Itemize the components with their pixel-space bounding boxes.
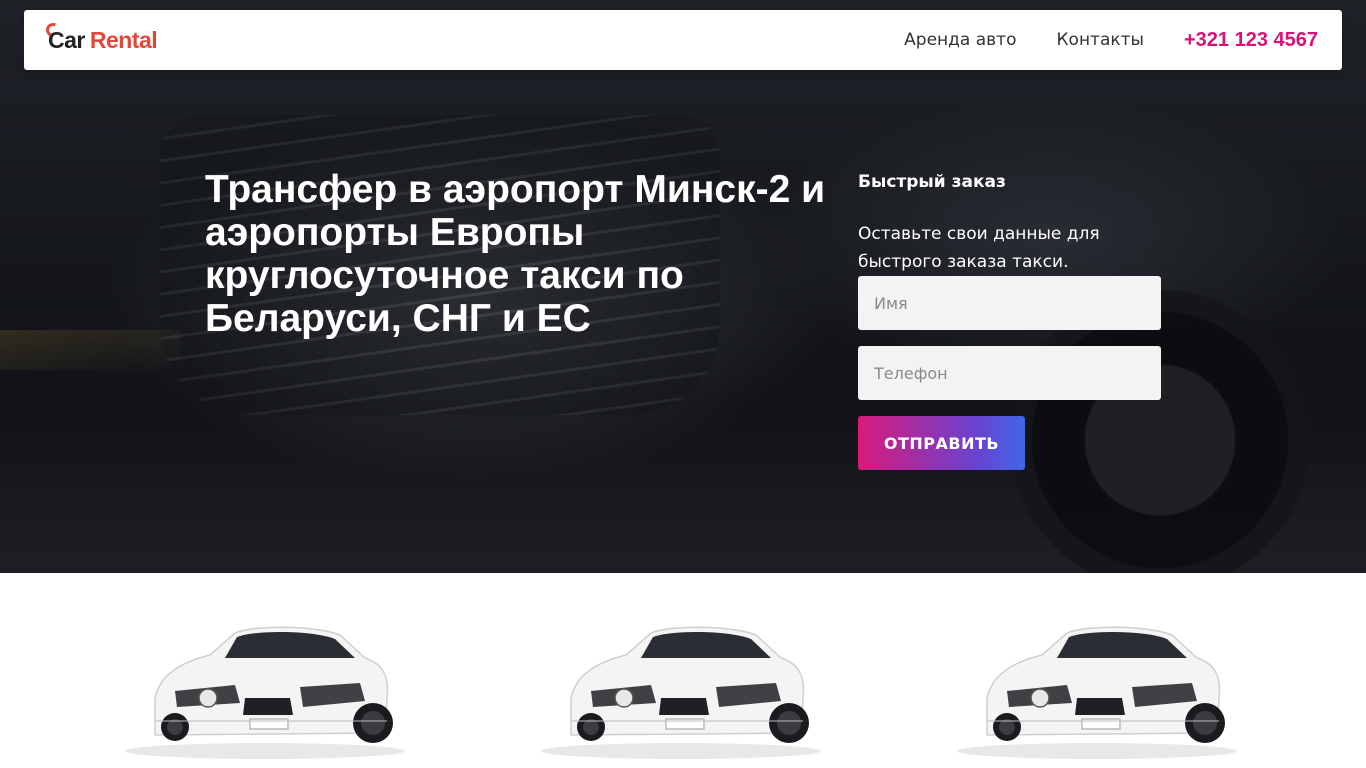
car-image[interactable] [531,603,831,763]
form-title: Быстрый заказ [858,172,1006,192]
form-description: Оставьте свои данные для быстрого заказа… [858,224,1100,272]
logo-part-rental: Rental [89,26,158,53]
car-image[interactable] [115,603,415,763]
phone-input[interactable] [858,346,1161,400]
logo-part-car: Car [44,20,85,54]
navbar: Car Rental Аренда авто Контакты +321 123… [24,10,1342,70]
hero-title: Трансфер в аэропорт Минск-2 и аэропорты … [205,168,826,340]
car-image[interactable] [947,603,1247,763]
nav-menu: Аренда авто Контакты +321 123 4567 [904,10,1318,70]
quick-order-form: Быстрый заказ Оставьте свои данные для б… [858,170,1161,470]
name-input[interactable] [858,276,1161,330]
phone-link[interactable]: +321 123 4567 [1184,29,1318,52]
hero-section: Трансфер в аэропорт Минск-2 и аэропорты … [0,0,1366,573]
submit-button[interactable]: ОТПРАВИТЬ [858,416,1025,470]
cars-section [0,573,1366,768]
logo[interactable]: Car Rental [44,20,158,58]
nav-link-car-rental[interactable]: Аренда авто [904,30,1016,50]
nav-link-contacts[interactable]: Контакты [1056,30,1144,50]
